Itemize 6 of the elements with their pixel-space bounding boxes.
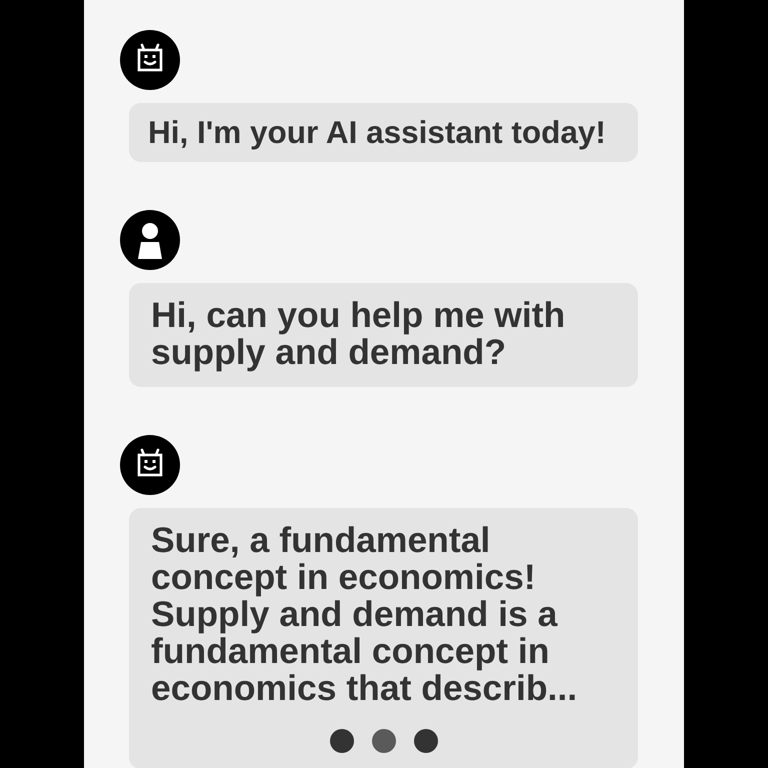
message-text: Hi, can you help me with supply and demand? — [151, 297, 566, 371]
user-avatar-icon — [120, 210, 180, 270]
message-text: Sure, a fundamental concept in economics! Supply and demand is a fundamental concept in economics that describ... — [151, 522, 578, 707]
message-text: Hi, I'm your AI assistant today! — [148, 117, 607, 147]
robot-avatar-icon — [120, 435, 180, 495]
robot-avatar-icon — [120, 30, 180, 90]
